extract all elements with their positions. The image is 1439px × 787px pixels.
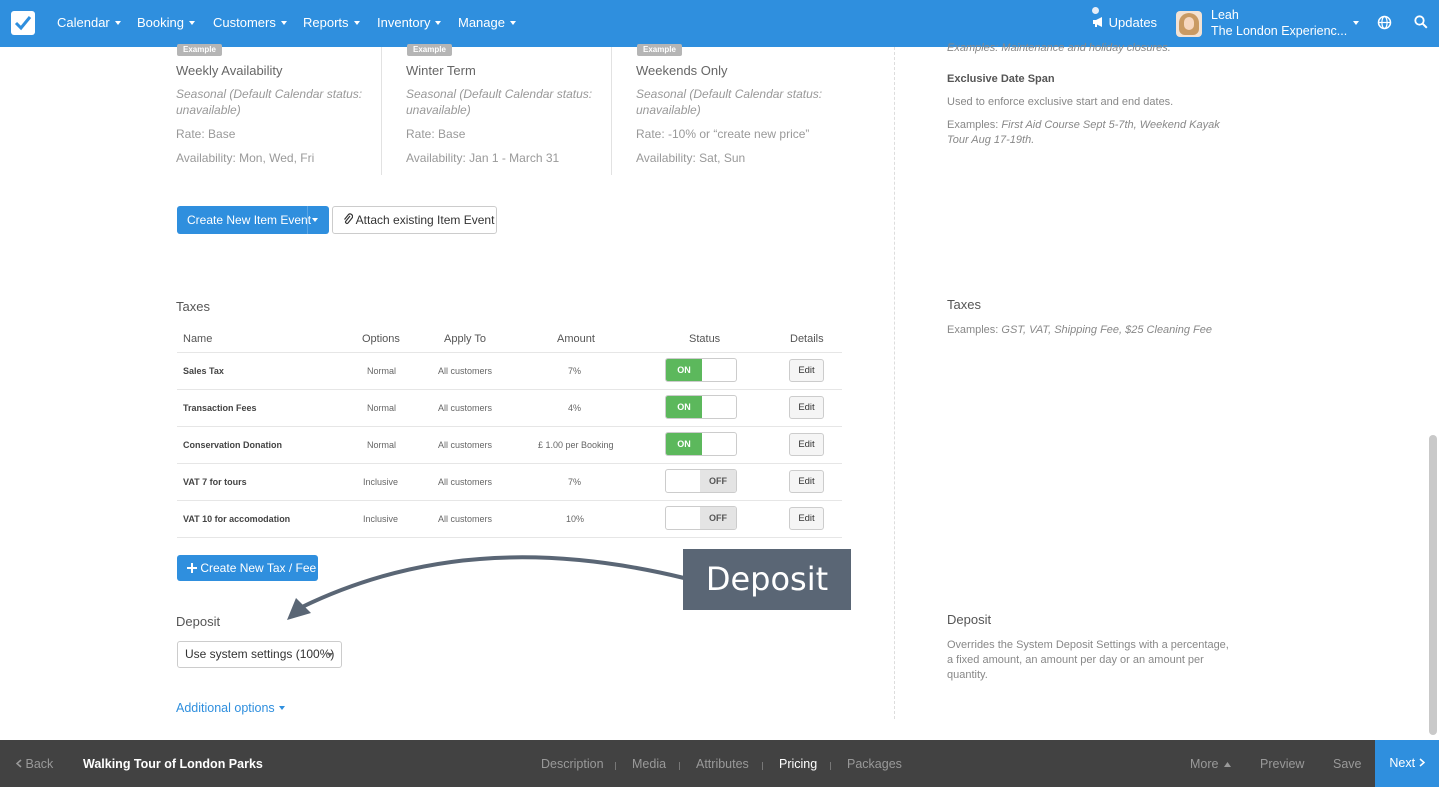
chevron-right-icon: [1419, 758, 1425, 767]
tab-separator: [762, 762, 763, 770]
scrollbar-thumb[interactable]: [1429, 435, 1437, 735]
tab-description[interactable]: Description: [541, 757, 604, 771]
chevron-left-icon: [15, 759, 22, 768]
back-button[interactable]: Back: [15, 757, 54, 771]
deposit-callout-label: Deposit: [683, 549, 851, 610]
tab-separator: [679, 762, 680, 770]
more-label: More: [1190, 757, 1219, 771]
tab-separator: [615, 762, 616, 770]
tab-separator: [830, 762, 831, 770]
tab-media[interactable]: Media: [632, 757, 666, 771]
examples-text: GST, VAT, Shipping Fee, $25 Cleaning Fee: [1001, 324, 1212, 336]
chevron-up-icon: [1223, 762, 1231, 767]
exclusive-date-span-desc: Used to enforce exclusive start and end …: [947, 96, 1174, 108]
tab-attributes[interactable]: Attributes: [696, 757, 749, 771]
item-title: Walking Tour of London Parks: [83, 757, 263, 771]
preview-button[interactable]: Preview: [1260, 757, 1304, 771]
deposit-help-title: Deposit: [947, 612, 992, 627]
examples-prefix: Examples:: [947, 324, 1002, 336]
closures-example: Examples: Maintenance and holiday closur…: [947, 42, 1171, 54]
deposit-help-desc: Overrides the System Deposit Settings wi…: [947, 639, 1229, 681]
save-button[interactable]: Save: [1333, 757, 1362, 771]
more-button[interactable]: More: [1190, 757, 1231, 771]
taxes-help-examples: Examples: GST, VAT, Shipping Fee, $25 Cl…: [947, 323, 1212, 338]
exclusive-date-span-examples: Examples: First Aid Course Sept 5-7th, W…: [947, 118, 1237, 148]
tab-pricing[interactable]: Pricing: [779, 757, 817, 771]
tab-packages[interactable]: Packages: [847, 757, 902, 771]
exclusive-date-span-title: Exclusive Date Span: [947, 73, 1055, 85]
next-label: Next: [1389, 756, 1416, 770]
next-button[interactable]: Next: [1375, 740, 1439, 787]
bottom-toolbar: Back Walking Tour of London Parks Descri…: [0, 740, 1439, 787]
back-label: Back: [25, 757, 54, 771]
taxes-help-title: Taxes: [947, 297, 981, 312]
examples-prefix: Examples:: [947, 119, 1002, 131]
